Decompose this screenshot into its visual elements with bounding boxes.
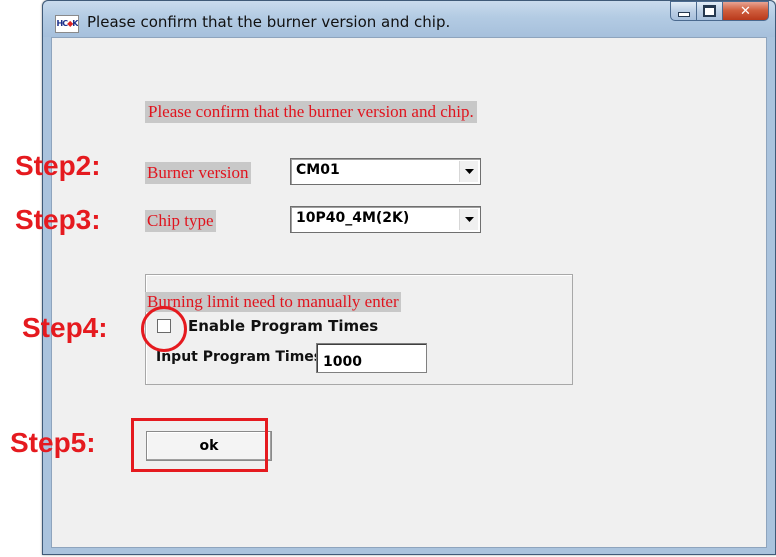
chip-type-label: Chip type [145,210,216,232]
chevron-down-icon[interactable] [459,209,478,230]
app-logo-text-1: HC [56,19,69,28]
chevron-down-icon[interactable] [459,161,478,182]
step3-annotation: Step3: [15,204,101,235]
title-bar[interactable]: HC◆K Please confirm that the burner vers… [43,1,775,37]
confirm-message: Please confirm that the burner version a… [145,101,477,123]
step4-annotation: Step4: [22,312,108,343]
ok-button-highlight-box [131,418,268,472]
maximize-icon [703,5,716,17]
close-button[interactable]: ✕ [723,1,769,21]
burning-limit-title: Burning limit need to manually enter [145,292,401,312]
enable-program-times-label[interactable]: Enable Program Times [188,317,378,335]
step2-annotation: Step2: [15,150,101,181]
app-logo-icon: HC◆K [55,15,79,33]
chip-type-select[interactable]: 10P40_4M(2K) [290,206,481,233]
burner-version-value: CM01 [296,162,340,178]
close-icon: ✕ [740,3,751,19]
input-program-times-label: Input Program Times [156,349,316,365]
burner-version-select[interactable]: CM01 [290,158,481,185]
minimize-icon [677,11,690,17]
chip-type-value: 10P40_4M(2K) [296,210,410,226]
window-title: Please confirm that the burner version a… [87,13,451,31]
program-times-input[interactable] [316,343,427,373]
minimize-button[interactable] [670,1,697,21]
maximize-button[interactable] [697,1,723,21]
window-controls: ✕ [670,1,769,23]
burner-version-label: Burner version [145,162,251,184]
app-logo-text-3: K [72,19,78,28]
step5-annotation: Step5: [10,427,96,458]
checkbox-highlight-circle [141,306,187,352]
